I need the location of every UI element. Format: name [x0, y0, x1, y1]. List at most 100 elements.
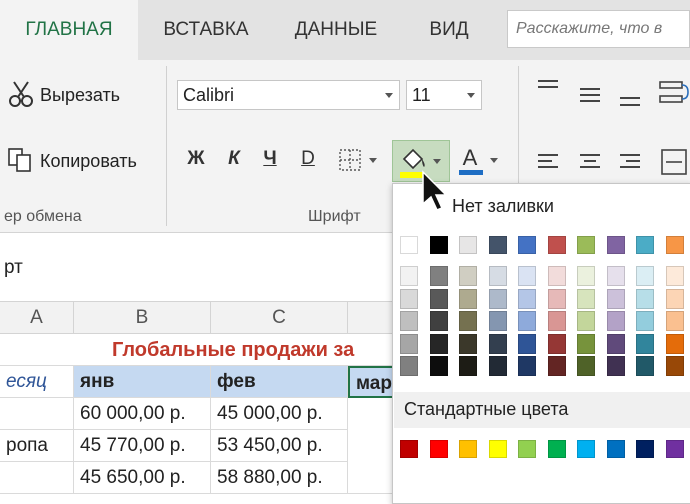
color-swatch[interactable] [547, 236, 566, 254]
cut-label[interactable]: Вырезать [40, 85, 120, 106]
color-swatch-shade[interactable] [459, 288, 477, 309]
color-swatch-shade[interactable] [459, 311, 477, 331]
cut-button[interactable] [8, 80, 34, 113]
merge-center-icon[interactable] [660, 148, 688, 176]
align-top-icon[interactable] [536, 78, 560, 98]
color-swatch-shade[interactable] [577, 333, 595, 354]
color-swatch-shade[interactable] [665, 333, 684, 354]
color-swatch-shade[interactable] [488, 333, 507, 354]
standard-color-swatch[interactable] [429, 440, 448, 458]
color-swatch-shade[interactable] [547, 288, 566, 309]
sheet-title[interactable]: Глобальные продажи за [0, 334, 398, 366]
standard-color-swatch[interactable] [400, 440, 418, 458]
color-swatch[interactable] [518, 236, 536, 254]
column-header-a[interactable]: A [0, 302, 74, 334]
cell-c-row1[interactable]: 45 000,00 р. [211, 398, 348, 430]
align-right-icon[interactable] [618, 152, 642, 172]
column-header-b[interactable]: B [74, 302, 211, 334]
color-swatch-shade[interactable] [577, 356, 595, 376]
color-swatch[interactable] [577, 236, 595, 254]
color-swatch-shade[interactable] [547, 333, 566, 354]
font-size-select[interactable]: 11 [406, 80, 482, 110]
color-swatch-shade[interactable] [606, 311, 625, 331]
standard-color-swatch[interactable] [636, 440, 654, 458]
cell-a-row1[interactable] [0, 398, 74, 430]
color-swatch-shade[interactable] [547, 266, 566, 286]
color-swatch-shade[interactable] [400, 356, 418, 376]
color-swatch-shade[interactable] [429, 311, 448, 331]
color-swatch-shade[interactable] [665, 288, 684, 309]
standard-color-swatch[interactable] [547, 440, 566, 458]
color-swatch-shade[interactable] [488, 356, 507, 376]
color-swatch-shade[interactable] [488, 266, 507, 286]
cell-a-row3[interactable] [0, 462, 74, 494]
color-swatch-shade[interactable] [429, 356, 448, 376]
standard-color-swatch[interactable] [488, 440, 507, 458]
color-swatch-shade[interactable] [429, 266, 448, 286]
underline-button[interactable]: Ч [258, 148, 282, 170]
color-swatch-shade[interactable] [636, 288, 654, 309]
color-swatch[interactable] [459, 236, 477, 254]
cell-b-row3[interactable]: 45 650,00 р. [74, 462, 211, 494]
tell-me-input[interactable]: Расскажите, что в [507, 10, 690, 48]
color-swatch-shade[interactable] [547, 356, 566, 376]
cell-d-row3[interactable] [348, 462, 396, 494]
color-swatch-shade[interactable] [459, 333, 477, 354]
cell-b-row1[interactable]: 60 000,00 р. [74, 398, 211, 430]
tab-insert[interactable]: ВСТАВКА [142, 0, 270, 60]
color-swatch-shade[interactable] [429, 288, 448, 309]
standard-color-swatch[interactable] [459, 440, 477, 458]
wrap-text-icon[interactable] [658, 78, 690, 110]
color-swatch[interactable] [606, 236, 625, 254]
tab-view[interactable]: ВИД [404, 0, 494, 60]
color-swatch[interactable] [665, 236, 684, 254]
color-swatch-shade[interactable] [518, 266, 536, 286]
color-swatch-shade[interactable] [606, 266, 625, 286]
standard-color-swatch[interactable] [577, 440, 595, 458]
copy-label[interactable]: Копировать [40, 151, 137, 172]
standard-color-swatch[interactable] [665, 440, 684, 458]
color-swatch-shade[interactable] [459, 266, 477, 286]
color-swatch-shade[interactable] [547, 311, 566, 331]
color-swatch-shade[interactable] [400, 266, 418, 286]
color-swatch-shade[interactable] [577, 311, 595, 331]
color-swatch-shade[interactable] [459, 356, 477, 376]
bold-button[interactable]: Ж [184, 148, 208, 170]
color-swatch-shade[interactable] [577, 288, 595, 309]
cell-month-jan[interactable]: янв [74, 366, 211, 398]
cell-month-feb[interactable]: фев [211, 366, 348, 398]
color-swatch-shade[interactable] [518, 288, 536, 309]
column-header-c[interactable]: C [211, 302, 348, 334]
color-swatch-shade[interactable] [400, 333, 418, 354]
color-swatch-shade[interactable] [518, 311, 536, 331]
color-swatch-shade[interactable] [429, 333, 448, 354]
color-swatch-shade[interactable] [636, 356, 654, 376]
cell-a-month[interactable]: есяц [0, 366, 74, 398]
standard-color-swatch[interactable] [606, 440, 625, 458]
cell-month-mar-selected[interactable]: мар [348, 366, 398, 398]
cell-a-row2[interactable]: ропа [0, 430, 74, 462]
color-swatch-shade[interactable] [577, 266, 595, 286]
color-swatch-shade[interactable] [636, 266, 654, 286]
color-swatch-shade[interactable] [400, 311, 418, 331]
color-swatch[interactable] [400, 236, 418, 254]
align-left-icon[interactable] [536, 152, 560, 172]
borders-button[interactable] [338, 148, 362, 177]
tab-home[interactable]: ГЛАВНАЯ [0, 0, 138, 60]
chevron-down-icon[interactable] [369, 158, 377, 163]
color-swatch[interactable] [636, 236, 654, 254]
color-swatch-shade[interactable] [636, 333, 654, 354]
color-swatch-shade[interactable] [488, 288, 507, 309]
color-swatch-shade[interactable] [665, 311, 684, 331]
color-swatch[interactable] [429, 236, 448, 254]
color-swatch-shade[interactable] [665, 356, 684, 376]
color-swatch-shade[interactable] [488, 311, 507, 331]
font-name-select[interactable]: Calibri [177, 80, 400, 110]
align-bottom-icon[interactable] [618, 92, 642, 112]
cell-c-row3[interactable]: 58 880,00 р. [211, 462, 348, 494]
chevron-down-icon[interactable] [490, 158, 498, 163]
copy-button[interactable] [6, 146, 34, 179]
font-color-button[interactable]: A [459, 146, 483, 175]
strikethrough-button[interactable]: D [296, 148, 320, 170]
color-swatch-shade[interactable] [400, 288, 418, 309]
